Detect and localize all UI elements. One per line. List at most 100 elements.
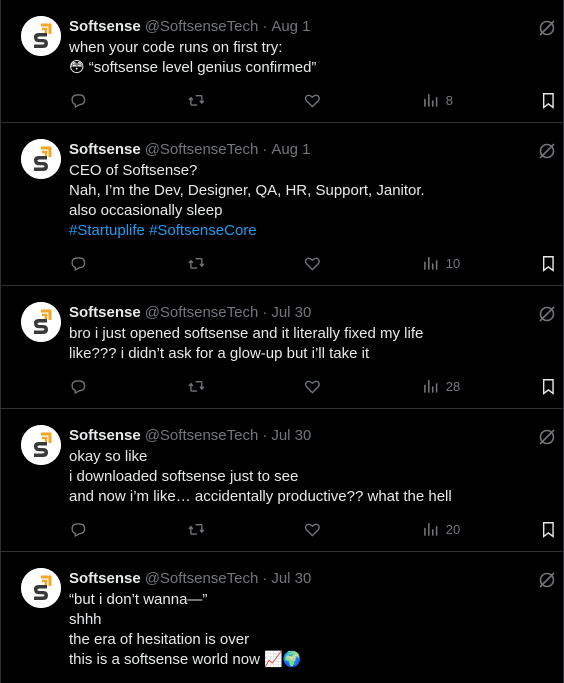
tweet-line: Nah, I’m the Dev, Designer, QA, HR, Supp… bbox=[69, 182, 425, 199]
like-button[interactable] bbox=[303, 90, 322, 110]
grok-icon[interactable] bbox=[537, 141, 557, 161]
author-name[interactable]: Softsense bbox=[69, 16, 141, 38]
tweet-actions: 8 bbox=[69, 78, 554, 122]
views-button[interactable]: 8 bbox=[421, 90, 453, 110]
like-button[interactable] bbox=[303, 376, 322, 396]
separator: · bbox=[262, 304, 268, 321]
author-handle[interactable]: @SoftsenseTech bbox=[145, 568, 259, 590]
like-button[interactable] bbox=[303, 519, 322, 539]
retweet-button[interactable] bbox=[187, 253, 206, 273]
bookmark-button[interactable] bbox=[539, 253, 558, 273]
bookmark-icon bbox=[542, 378, 554, 395]
tweet[interactable]: Softsense @SoftsenseTech · Aug 1 when yo… bbox=[1, 0, 563, 123]
views-button[interactable]: 10 bbox=[421, 253, 460, 273]
author-name[interactable]: Softsense bbox=[69, 568, 141, 590]
like-button[interactable] bbox=[303, 253, 322, 273]
views-chart-icon bbox=[424, 256, 438, 270]
tweet-line: and now i’m like… accidentally productiv… bbox=[69, 488, 452, 505]
hashtag-link[interactable]: #SoftsenseCore bbox=[149, 222, 257, 239]
grok-icon[interactable] bbox=[537, 18, 557, 38]
hashtag-line: #Startuplife #SoftsenseCore bbox=[69, 221, 547, 241]
reply-icon bbox=[71, 256, 86, 271]
views-chart-icon bbox=[424, 379, 438, 393]
retweet-icon bbox=[188, 523, 205, 535]
tweet-actions: 28 bbox=[69, 364, 554, 408]
softsense-logo-icon bbox=[21, 425, 61, 465]
avatar[interactable] bbox=[21, 302, 61, 342]
views-button[interactable]: 20 bbox=[421, 519, 460, 539]
avatar[interactable] bbox=[21, 16, 61, 56]
separator: · bbox=[262, 427, 268, 444]
retweet-icon bbox=[188, 257, 205, 269]
heart-icon bbox=[304, 523, 320, 537]
tweet-line: 😳 “softsense level genius confirmed” bbox=[69, 59, 317, 76]
views-button[interactable]: 28 bbox=[421, 376, 460, 396]
tweet-line: “but i don’t wanna—” bbox=[69, 591, 208, 608]
views-count: 8 bbox=[445, 92, 453, 108]
bookmark-button[interactable] bbox=[539, 519, 558, 539]
author-name[interactable]: Softsense bbox=[69, 302, 141, 324]
heart-icon bbox=[304, 94, 320, 108]
retweet-icon bbox=[188, 94, 205, 106]
views-count: 20 bbox=[445, 521, 461, 537]
author-handle[interactable]: @SoftsenseTech bbox=[145, 425, 259, 447]
hashtag-link[interactable]: #Startuplife bbox=[69, 222, 145, 239]
retweet-button[interactable] bbox=[187, 376, 206, 396]
tweet-date[interactable]: Aug 1 bbox=[271, 16, 310, 38]
tweet[interactable]: Softsense @SoftsenseTech · Aug 1 CEO of … bbox=[1, 123, 563, 286]
author-name[interactable]: Softsense bbox=[69, 425, 141, 447]
tweet-date[interactable]: Jul 30 bbox=[271, 425, 311, 447]
bookmark-icon bbox=[542, 521, 554, 538]
softsense-logo-icon bbox=[21, 16, 61, 56]
reply-icon bbox=[71, 93, 86, 108]
avatar[interactable] bbox=[21, 425, 61, 465]
tweet-date[interactable]: Aug 1 bbox=[271, 139, 310, 161]
avatar[interactable] bbox=[21, 568, 61, 608]
tweet-line: also occasionally sleep bbox=[69, 202, 223, 219]
tweet[interactable]: Softsense @SoftsenseTech · Jul 30 “but i… bbox=[1, 552, 563, 683]
tweet[interactable]: Softsense @SoftsenseTech · Jul 30 bro i … bbox=[1, 286, 563, 409]
tweet-date[interactable]: Jul 30 bbox=[271, 568, 311, 590]
reply-button[interactable] bbox=[69, 90, 88, 110]
heart-icon bbox=[304, 257, 320, 271]
avatar[interactable] bbox=[21, 139, 61, 179]
views-count: 28 bbox=[445, 378, 461, 394]
tweet-header: Softsense @SoftsenseTech · Jul 30 bbox=[69, 425, 547, 447]
views-chart-icon bbox=[424, 93, 438, 107]
tweet-text: okay so like i downloaded softsense just… bbox=[69, 447, 547, 507]
tweet-header: Softsense @SoftsenseTech · Aug 1 bbox=[69, 139, 547, 161]
separator: · bbox=[262, 141, 268, 158]
reply-button[interactable] bbox=[69, 376, 88, 396]
separator: · bbox=[262, 570, 268, 587]
author-handle[interactable]: @SoftsenseTech bbox=[145, 302, 259, 324]
tweet-line: i downloaded softsense just to see bbox=[69, 468, 299, 485]
tweet-actions: 20 bbox=[69, 507, 554, 551]
tweet-line: like??? i didn’t ask for a glow-up but i… bbox=[69, 345, 370, 362]
bookmark-button[interactable] bbox=[539, 376, 558, 396]
author-handle[interactable]: @SoftsenseTech bbox=[145, 139, 259, 161]
tweet-line: okay so like bbox=[69, 448, 148, 465]
heart-icon bbox=[304, 380, 320, 394]
tweet-line: the era of hesitation is over bbox=[69, 631, 250, 648]
tweet-header: Softsense @SoftsenseTech · Jul 30 bbox=[69, 302, 547, 324]
grok-icon[interactable] bbox=[537, 570, 557, 590]
reply-icon bbox=[71, 522, 86, 537]
retweet-icon bbox=[188, 380, 205, 392]
tweet-header: Softsense @SoftsenseTech · Aug 1 bbox=[69, 16, 547, 38]
grok-icon[interactable] bbox=[537, 304, 557, 324]
tweet-line: bro i just opened softsense and it liter… bbox=[69, 325, 424, 342]
softsense-logo-icon bbox=[21, 302, 61, 342]
grok-icon[interactable] bbox=[537, 427, 557, 447]
tweet-line: this is a softsense world now 📈🌍 bbox=[69, 651, 302, 668]
retweet-button[interactable] bbox=[187, 90, 206, 110]
tweet-date[interactable]: Jul 30 bbox=[271, 302, 311, 324]
tweet[interactable]: Softsense @SoftsenseTech · Jul 30 okay s… bbox=[1, 409, 563, 552]
author-handle[interactable]: @SoftsenseTech bbox=[145, 16, 259, 38]
reply-button[interactable] bbox=[69, 519, 88, 539]
author-name[interactable]: Softsense bbox=[69, 139, 141, 161]
softsense-logo-icon bbox=[21, 139, 61, 179]
bookmark-button[interactable] bbox=[539, 90, 558, 110]
retweet-button[interactable] bbox=[187, 519, 206, 539]
reply-button[interactable] bbox=[69, 253, 88, 273]
timeline: Softsense @SoftsenseTech · Aug 1 when yo… bbox=[0, 0, 564, 683]
